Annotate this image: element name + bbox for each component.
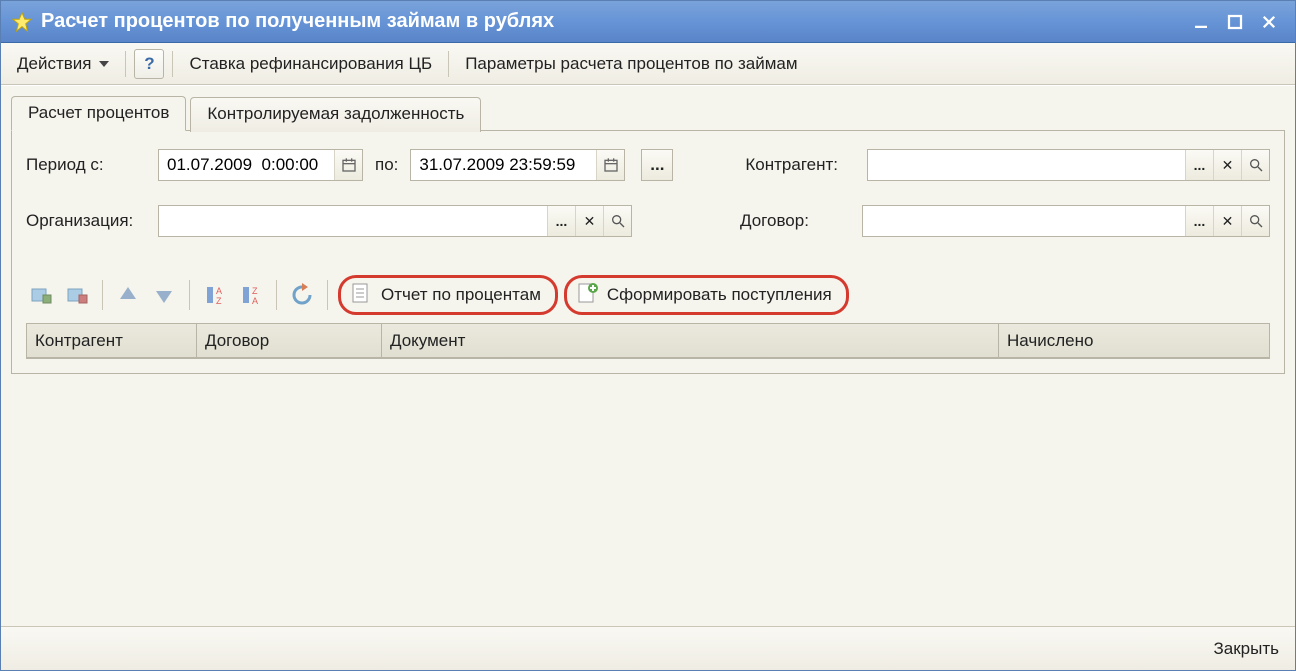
col-document[interactable]: Документ (382, 324, 999, 357)
contract-input[interactable] (863, 206, 1185, 236)
maximize-button[interactable] (1221, 10, 1249, 34)
search-icon[interactable] (1241, 150, 1269, 180)
grid-toolbar: AZ ZA Отчет по процентам (26, 275, 1270, 315)
period-ellipsis-button[interactable]: ... (641, 149, 673, 181)
calc-params-menu[interactable]: Параметры расчета процентов по займам (457, 50, 805, 78)
col-counterparty-label: Контрагент (35, 331, 123, 351)
chevron-down-icon (99, 61, 109, 67)
window-title: Расчет процентов по полученным займам в … (41, 10, 1187, 33)
org-field: ... ✕ (158, 205, 632, 237)
counterparty-field: ... ✕ (867, 149, 1270, 181)
refinance-rate-label: Ставка рефинансирования ЦБ (189, 54, 432, 74)
period-from-label: Период с: (26, 155, 146, 175)
report-button-label: Отчет по процентам (381, 285, 541, 305)
period-to-field (410, 149, 625, 181)
svg-text:Z: Z (216, 296, 222, 306)
col-accrued[interactable]: Начислено (999, 324, 1269, 357)
data-grid: Контрагент Договор Документ Начислено (26, 323, 1270, 359)
period-from-input[interactable] (159, 150, 334, 180)
grid-header: Контрагент Договор Документ Начислено (27, 324, 1269, 358)
generate-button-label: Сформировать поступления (607, 285, 832, 305)
report-button[interactable]: Отчет по процентам (338, 275, 558, 315)
tab-controlled-debt[interactable]: Контролируемая задолженность (190, 97, 481, 132)
svg-text:A: A (216, 286, 222, 296)
separator (172, 51, 173, 77)
calendar-icon[interactable] (596, 150, 624, 180)
svg-text:Z: Z (252, 286, 258, 296)
actions-menu-label: Действия (17, 54, 91, 74)
ellipsis-icon[interactable]: ... (1185, 206, 1213, 236)
sort-desc-icon[interactable]: ZA (236, 280, 266, 310)
minimize-button[interactable] (1187, 10, 1215, 34)
menubar: Действия ? Ставка рефинансирования ЦБ Па… (1, 43, 1295, 85)
calc-params-label: Параметры расчета процентов по займам (465, 54, 797, 74)
separator (327, 280, 328, 310)
contract-label: Договор: (740, 211, 850, 231)
titlebar: Расчет процентов по полученным займам в … (1, 1, 1295, 43)
col-contract[interactable]: Договор (197, 324, 382, 357)
generate-button[interactable]: Сформировать поступления (564, 275, 849, 315)
close-button[interactable]: Закрыть (1214, 639, 1279, 659)
col-contract-label: Договор (205, 331, 269, 351)
org-input[interactable] (159, 206, 547, 236)
actions-menu[interactable]: Действия (9, 50, 117, 78)
clear-icon[interactable]: ✕ (1213, 206, 1241, 236)
col-document-label: Документ (390, 331, 465, 351)
delete-row-icon[interactable] (62, 280, 92, 310)
add-row-icon[interactable] (26, 280, 56, 310)
period-from-field (158, 149, 363, 181)
org-row: Организация: ... ✕ Договор: ... ✕ (26, 205, 1270, 237)
statusbar: Закрыть (1, 626, 1295, 670)
separator (125, 51, 126, 77)
separator (189, 280, 190, 310)
svg-text:A: A (252, 296, 258, 306)
col-counterparty[interactable]: Контрагент (27, 324, 197, 357)
close-button-label: Закрыть (1214, 639, 1279, 658)
ellipsis-icon[interactable]: ... (547, 206, 575, 236)
sort-asc-icon[interactable]: AZ (200, 280, 230, 310)
ellipsis-icon[interactable]: ... (1185, 150, 1213, 180)
help-button[interactable]: ? (134, 49, 164, 79)
move-down-icon[interactable] (149, 280, 179, 310)
clear-icon[interactable]: ✕ (575, 206, 603, 236)
clear-icon[interactable]: ✕ (1213, 150, 1241, 180)
window: Расчет процентов по полученным займам в … (0, 0, 1296, 671)
separator (276, 280, 277, 310)
separator (448, 51, 449, 77)
tab-panel: Период с: по: ... (11, 130, 1285, 374)
counterparty-label: Контрагент: (745, 155, 855, 175)
window-controls (1187, 10, 1289, 34)
tabs: Расчет процентов Контролируемая задолжен… (11, 96, 1285, 131)
move-up-icon[interactable] (113, 280, 143, 310)
search-icon[interactable] (1241, 206, 1269, 236)
col-accrued-label: Начислено (1007, 331, 1093, 351)
separator (102, 280, 103, 310)
report-icon (349, 281, 373, 310)
period-to-label: по: (375, 155, 398, 175)
tabs-container: Расчет процентов Контролируемая задолжен… (11, 96, 1285, 374)
contract-field: ... ✕ (862, 205, 1270, 237)
calendar-icon[interactable] (334, 150, 362, 180)
period-to-input[interactable] (411, 150, 596, 180)
refresh-icon[interactable] (287, 280, 317, 310)
period-row: Период с: по: ... (26, 149, 1270, 181)
counterparty-input[interactable] (868, 150, 1185, 180)
search-icon[interactable] (603, 206, 631, 236)
org-label: Организация: (26, 211, 146, 231)
app-icon (11, 11, 33, 33)
client-area: Расчет процентов Контролируемая задолжен… (1, 85, 1295, 626)
tab-controlled-debt-label: Контролируемая задолженность (207, 104, 464, 123)
generate-icon (575, 281, 599, 310)
refinance-rate-menu[interactable]: Ставка рефинансирования ЦБ (181, 50, 440, 78)
tab-calc-label: Расчет процентов (28, 103, 169, 122)
tab-calc[interactable]: Расчет процентов (11, 96, 186, 131)
window-close-button[interactable] (1255, 10, 1283, 34)
